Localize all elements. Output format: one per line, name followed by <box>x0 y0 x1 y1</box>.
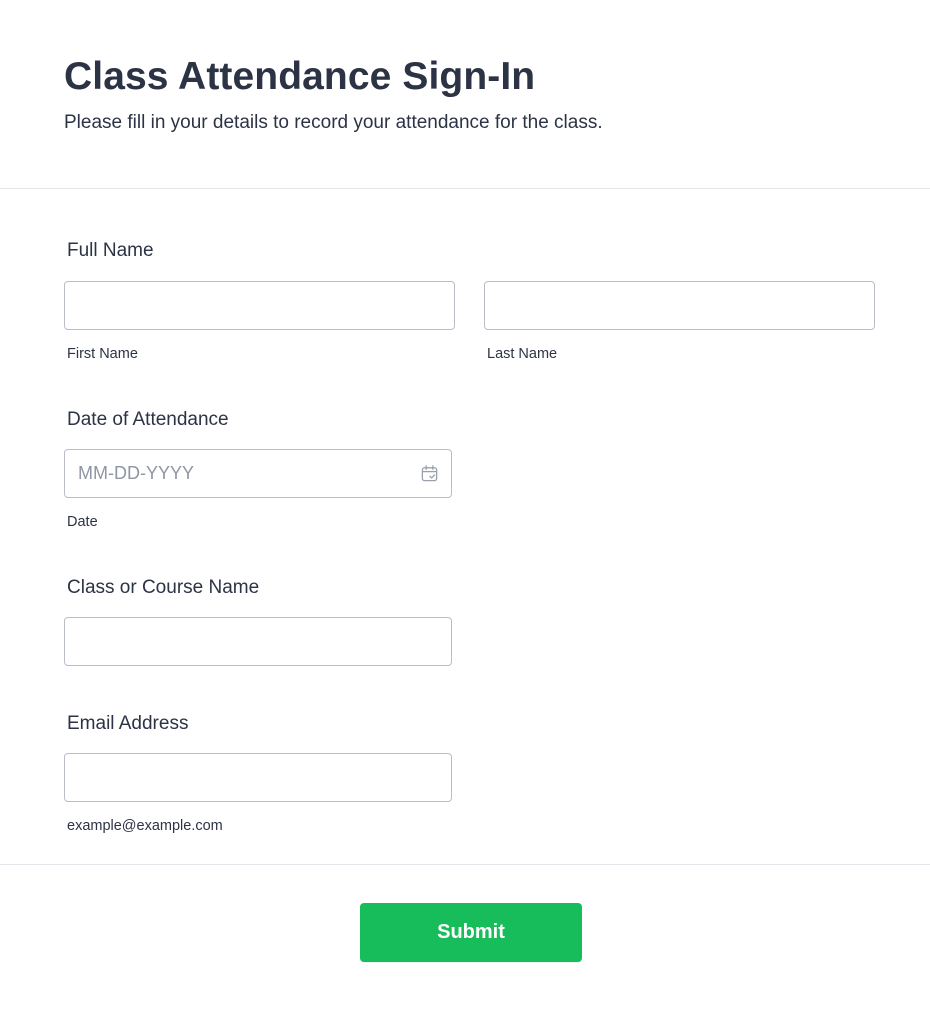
submit-button[interactable]: Submit <box>360 903 582 962</box>
email-input[interactable] <box>64 753 452 802</box>
full-name-label: Full Name <box>67 240 154 261</box>
last-name-sublabel: Last Name <box>487 346 558 362</box>
attendance-form: Class Attendance Sign-In Please fill in … <box>0 0 930 1012</box>
email-label: Email Address <box>67 713 189 734</box>
email-sublabel: example@example.com <box>67 818 223 834</box>
first-name-input[interactable] <box>64 281 455 330</box>
form-title: Class Attendance Sign-In <box>64 55 536 98</box>
form-header: Class Attendance Sign-In Please fill in … <box>0 0 930 189</box>
date-sublabel: Date <box>67 514 98 530</box>
date-input[interactable] <box>64 449 452 498</box>
form-subtitle: Please fill in your details to record yo… <box>64 112 603 133</box>
date-label: Date of Attendance <box>67 409 229 430</box>
course-label: Class or Course Name <box>67 577 260 598</box>
date-field <box>64 449 452 498</box>
last-name-input[interactable] <box>484 281 875 330</box>
footer-divider <box>0 864 930 865</box>
first-name-sublabel: First Name <box>67 346 138 362</box>
course-input[interactable] <box>64 617 452 666</box>
calendar-icon[interactable] <box>420 464 439 483</box>
